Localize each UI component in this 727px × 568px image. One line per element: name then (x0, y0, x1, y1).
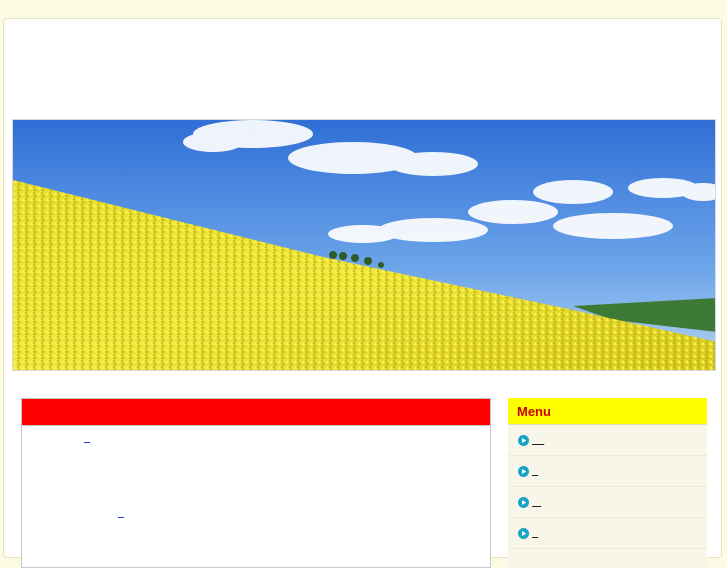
banner-landscape-graphic (13, 120, 715, 370)
sidebar-menu: Menu (508, 398, 707, 568)
menu-item[interactable] (508, 487, 707, 518)
menu-title: Menu (508, 398, 707, 425)
menu-item[interactable] (508, 518, 707, 549)
main-heading-bar (22, 399, 490, 426)
site-header (4, 19, 721, 118)
content-link[interactable] (118, 507, 124, 519)
menu-item[interactable] (508, 456, 707, 487)
content-link[interactable] (84, 432, 90, 444)
play-circle-icon (518, 465, 529, 477)
menu-item-label (532, 497, 541, 508)
header-banner-image (12, 119, 716, 371)
play-circle-icon (518, 434, 529, 446)
menu-item-label (532, 435, 544, 446)
main-content-box (21, 398, 491, 568)
menu-item-label (532, 466, 538, 477)
menu-item[interactable] (508, 425, 707, 456)
play-circle-icon (518, 527, 529, 539)
menu-item-label (532, 528, 538, 539)
play-circle-icon (518, 496, 529, 508)
page-container: Menu (3, 18, 722, 568)
